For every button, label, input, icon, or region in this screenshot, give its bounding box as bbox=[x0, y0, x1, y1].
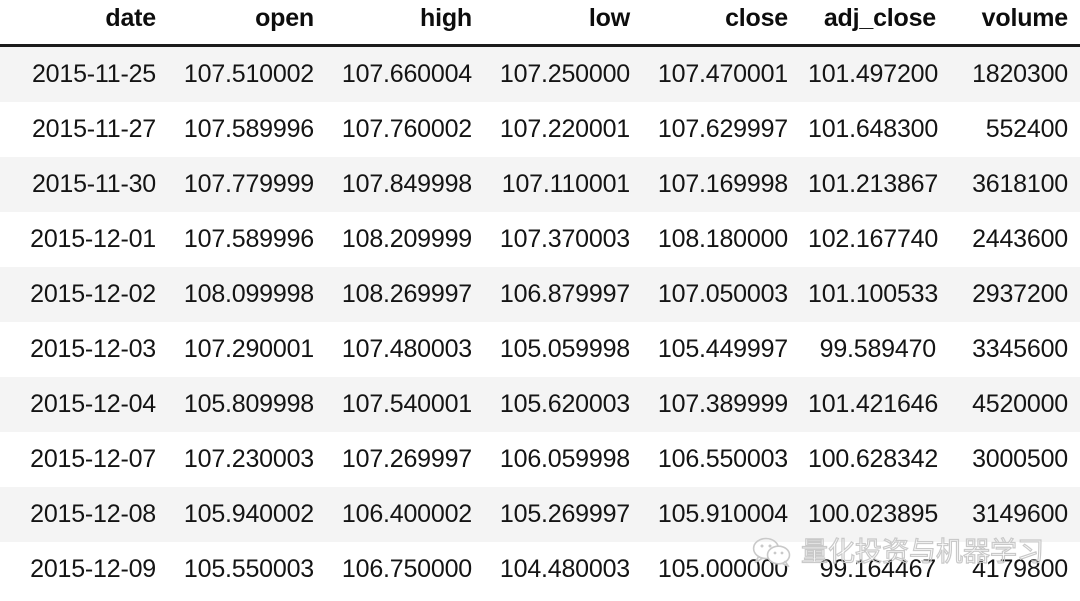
cell-high: 107.760002 bbox=[326, 102, 484, 157]
cell-close: 108.180000 bbox=[642, 212, 800, 267]
column-header-adj-close[interactable]: adj_close bbox=[800, 0, 948, 46]
cell-close: 105.449997 bbox=[642, 322, 800, 377]
cell-low: 105.269997 bbox=[484, 487, 642, 542]
cell-volume: 2937200 bbox=[948, 267, 1080, 322]
cell-volume: 3345600 bbox=[948, 322, 1080, 377]
cell-volume: 1820300 bbox=[948, 45, 1080, 102]
cell-high: 107.849998 bbox=[326, 157, 484, 212]
cell-adj-close: 101.421646 bbox=[800, 377, 948, 432]
column-header-open[interactable]: open bbox=[168, 0, 326, 46]
cell-high: 107.480003 bbox=[326, 322, 484, 377]
cell-open: 105.550003 bbox=[168, 542, 326, 597]
cell-high: 108.209999 bbox=[326, 212, 484, 267]
cell-high: 106.400002 bbox=[326, 487, 484, 542]
cell-low: 107.370003 bbox=[484, 212, 642, 267]
cell-adj-close: 101.648300 bbox=[800, 102, 948, 157]
table-row: 2015-12-07 107.230003 107.269997 106.059… bbox=[0, 432, 1080, 487]
cell-adj-close: 99.164467 bbox=[800, 542, 948, 597]
cell-low: 107.250000 bbox=[484, 45, 642, 102]
cell-date: 2015-12-01 bbox=[0, 212, 168, 267]
cell-high: 107.269997 bbox=[326, 432, 484, 487]
cell-high: 107.660004 bbox=[326, 45, 484, 102]
cell-date: 2015-12-04 bbox=[0, 377, 168, 432]
cell-high: 108.269997 bbox=[326, 267, 484, 322]
cell-close: 107.389999 bbox=[642, 377, 800, 432]
cell-low: 107.110001 bbox=[484, 157, 642, 212]
cell-volume: 4520000 bbox=[948, 377, 1080, 432]
cell-adj-close: 100.023895 bbox=[800, 487, 948, 542]
table-row: 2015-12-02 108.099998 108.269997 106.879… bbox=[0, 267, 1080, 322]
cell-date: 2015-12-08 bbox=[0, 487, 168, 542]
cell-adj-close: 101.213867 bbox=[800, 157, 948, 212]
cell-low: 107.220001 bbox=[484, 102, 642, 157]
cell-low: 105.059998 bbox=[484, 322, 642, 377]
cell-close: 107.050003 bbox=[642, 267, 800, 322]
cell-open: 107.779999 bbox=[168, 157, 326, 212]
table-row: 2015-11-30 107.779999 107.849998 107.110… bbox=[0, 157, 1080, 212]
cell-close: 105.910004 bbox=[642, 487, 800, 542]
cell-open: 105.809998 bbox=[168, 377, 326, 432]
cell-date: 2015-11-27 bbox=[0, 102, 168, 157]
column-header-close[interactable]: close bbox=[642, 0, 800, 46]
cell-close: 107.169998 bbox=[642, 157, 800, 212]
cell-adj-close: 99.589470 bbox=[800, 322, 948, 377]
cell-date: 2015-11-30 bbox=[0, 157, 168, 212]
cell-date: 2015-12-02 bbox=[0, 267, 168, 322]
cell-open: 107.589996 bbox=[168, 212, 326, 267]
table-body: 2015-11-25 107.510002 107.660004 107.250… bbox=[0, 45, 1080, 597]
table-row: 2015-12-03 107.290001 107.480003 105.059… bbox=[0, 322, 1080, 377]
cell-low: 106.059998 bbox=[484, 432, 642, 487]
cell-low: 105.620003 bbox=[484, 377, 642, 432]
cell-close: 107.470001 bbox=[642, 45, 800, 102]
cell-date: 2015-12-03 bbox=[0, 322, 168, 377]
cell-adj-close: 100.628342 bbox=[800, 432, 948, 487]
table-row: 2015-12-08 105.940002 106.400002 105.269… bbox=[0, 487, 1080, 542]
column-header-volume[interactable]: volume bbox=[948, 0, 1080, 46]
cell-volume: 4179800 bbox=[948, 542, 1080, 597]
cell-open: 107.589996 bbox=[168, 102, 326, 157]
cell-adj-close: 101.497200 bbox=[800, 45, 948, 102]
cell-open: 107.510002 bbox=[168, 45, 326, 102]
cell-date: 2015-12-09 bbox=[0, 542, 168, 597]
cell-volume: 2443600 bbox=[948, 212, 1080, 267]
cell-open: 108.099998 bbox=[168, 267, 326, 322]
table-row: 2015-12-04 105.809998 107.540001 105.620… bbox=[0, 377, 1080, 432]
cell-close: 106.550003 bbox=[642, 432, 800, 487]
cell-volume: 3149600 bbox=[948, 487, 1080, 542]
column-header-date[interactable]: date bbox=[0, 0, 168, 46]
stock-price-dataframe: date open high low close adj_close volum… bbox=[0, 0, 1080, 597]
table-row: 2015-11-27 107.589996 107.760002 107.220… bbox=[0, 102, 1080, 157]
cell-adj-close: 101.100533 bbox=[800, 267, 948, 322]
column-header-low[interactable]: low bbox=[484, 0, 642, 46]
cell-low: 106.879997 bbox=[484, 267, 642, 322]
table-row: 2015-12-01 107.589996 108.209999 107.370… bbox=[0, 212, 1080, 267]
cell-open: 105.940002 bbox=[168, 487, 326, 542]
cell-date: 2015-12-07 bbox=[0, 432, 168, 487]
cell-high: 106.750000 bbox=[326, 542, 484, 597]
table-header: date open high low close adj_close volum… bbox=[0, 0, 1080, 46]
cell-volume: 3618100 bbox=[948, 157, 1080, 212]
table-row: 2015-12-09 105.550003 106.750000 104.480… bbox=[0, 542, 1080, 597]
cell-open: 107.290001 bbox=[168, 322, 326, 377]
table-header-row: date open high low close adj_close volum… bbox=[0, 0, 1080, 46]
cell-volume: 552400 bbox=[948, 102, 1080, 157]
table-row: 2015-11-25 107.510002 107.660004 107.250… bbox=[0, 45, 1080, 102]
cell-close: 107.629997 bbox=[642, 102, 800, 157]
cell-close: 105.000000 bbox=[642, 542, 800, 597]
column-header-high[interactable]: high bbox=[326, 0, 484, 46]
cell-high: 107.540001 bbox=[326, 377, 484, 432]
cell-date: 2015-11-25 bbox=[0, 45, 168, 102]
cell-volume: 3000500 bbox=[948, 432, 1080, 487]
cell-open: 107.230003 bbox=[168, 432, 326, 487]
cell-adj-close: 102.167740 bbox=[800, 212, 948, 267]
cell-low: 104.480003 bbox=[484, 542, 642, 597]
